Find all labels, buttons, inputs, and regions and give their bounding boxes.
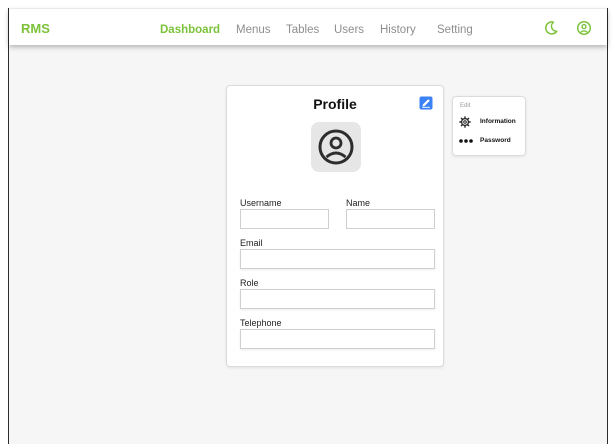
nav-dashboard[interactable]: Dashboard bbox=[160, 24, 220, 36]
role-input[interactable] bbox=[240, 289, 435, 309]
brand-logo[interactable]: RMS bbox=[21, 21, 50, 36]
edit-menu-item-password[interactable]: Password bbox=[458, 135, 524, 147]
username-input[interactable] bbox=[240, 209, 329, 229]
nav-tables[interactable]: Tables bbox=[286, 24, 319, 36]
profile-card: Profile Username Name Email Role Telepho… bbox=[226, 85, 444, 367]
gear-icon bbox=[459, 116, 471, 128]
name-label: Name bbox=[346, 198, 371, 208]
edit-menu-item-information[interactable]: Information bbox=[458, 116, 524, 128]
edit-menu-item-label: Password bbox=[480, 137, 511, 144]
edit-menu-heading: Edit bbox=[460, 103, 471, 109]
nav-menus[interactable]: Menus bbox=[236, 24, 271, 36]
edit-menu-item-label: Information bbox=[480, 118, 516, 125]
email-input[interactable] bbox=[240, 249, 435, 269]
name-input[interactable] bbox=[346, 209, 435, 229]
password-dots-icon bbox=[459, 135, 473, 147]
profile-title: Profile bbox=[313, 96, 357, 112]
edit-icon[interactable] bbox=[419, 96, 433, 110]
nav-history[interactable]: History bbox=[380, 24, 416, 36]
telephone-label: Telephone bbox=[240, 318, 282, 328]
telephone-input[interactable] bbox=[240, 329, 435, 349]
edit-menu: Edit Information Password bbox=[452, 96, 526, 156]
role-label: Role bbox=[240, 278, 259, 288]
username-label: Username bbox=[240, 198, 282, 208]
top-navbar: RMS Dashboard Menus Tables Users History… bbox=[9, 9, 607, 45]
user-circle-icon bbox=[318, 129, 354, 165]
email-label: Email bbox=[240, 238, 263, 248]
user-circle-icon[interactable] bbox=[576, 20, 592, 36]
nav-users[interactable]: Users bbox=[334, 24, 364, 36]
nav-setting[interactable]: Setting bbox=[437, 24, 473, 36]
moon-icon[interactable] bbox=[543, 20, 559, 36]
avatar[interactable] bbox=[311, 122, 361, 172]
